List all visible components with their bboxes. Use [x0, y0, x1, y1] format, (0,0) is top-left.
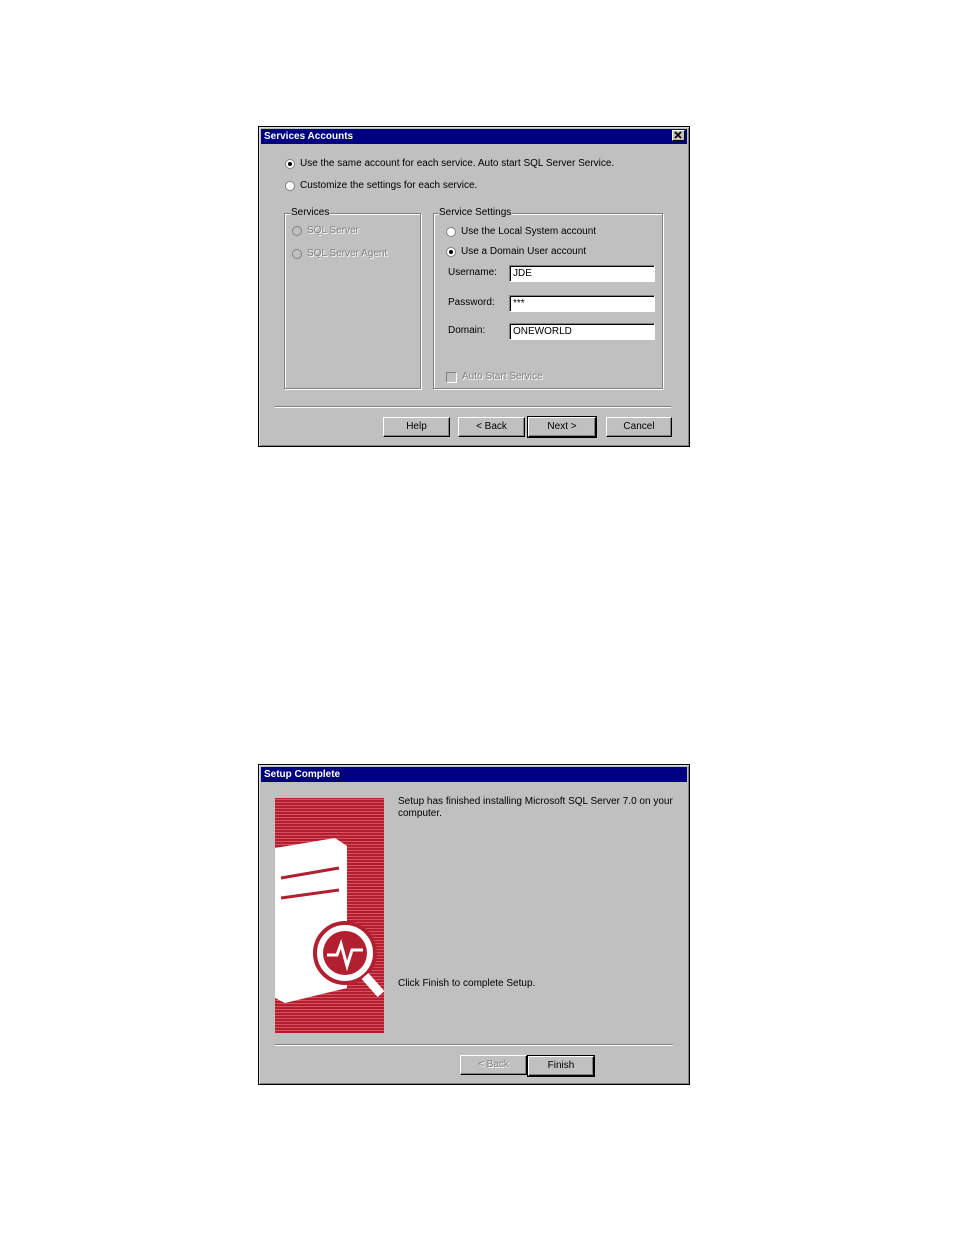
auto-start-label[interactable]: Auto Start Service [462, 371, 543, 382]
radio-same-account-label[interactable]: Use the same account for each service. A… [300, 158, 614, 169]
back-button[interactable]: < Back [458, 417, 525, 437]
setup-complete-dialog: Setup Complete Setup has finished instal… [258, 764, 690, 1085]
cancel-button[interactable]: Cancel [606, 417, 672, 437]
domain-field[interactable]: ONEWORLD [509, 323, 655, 340]
domain-label: Domain: [448, 325, 486, 336]
button-separator [275, 1044, 673, 1046]
setup-banner-image [275, 798, 384, 1033]
services-group [284, 213, 421, 389]
service-settings-legend: Service Settings [438, 207, 513, 218]
finish-button[interactable]: Finish [527, 1055, 595, 1077]
title-bar: Services Accounts [261, 129, 687, 144]
back-button[interactable]: < Back [460, 1055, 527, 1075]
radio-domain-user[interactable] [446, 247, 456, 257]
radio-sql-server-agent-label[interactable]: SQL Server Agent [307, 248, 387, 259]
button-separator [275, 406, 671, 408]
radio-sql-server-label[interactable]: SQL Server [307, 225, 359, 236]
services-accounts-dialog: Services Accounts Use the same account f… [258, 126, 690, 447]
server-magnifier-icon [275, 838, 384, 1003]
setup-message: Setup has finished installing Microsoft … [398, 796, 673, 819]
next-button[interactable]: Next > [527, 416, 597, 438]
password-label: Password: [448, 297, 495, 308]
password-field[interactable]: *** [509, 295, 655, 312]
title-bar: Setup Complete [261, 767, 687, 782]
radio-customize-label[interactable]: Customize the settings for each service. [300, 180, 477, 191]
radio-sql-server-agent[interactable] [292, 249, 302, 259]
dialog-title: Setup Complete [264, 769, 341, 780]
help-button[interactable]: Help [383, 417, 450, 437]
radio-customize[interactable] [285, 181, 295, 191]
radio-domain-user-label[interactable]: Use a Domain User account [461, 246, 586, 257]
radio-sql-server[interactable] [292, 226, 302, 236]
radio-same-account[interactable] [285, 159, 295, 169]
radio-local-system-label[interactable]: Use the Local System account [461, 226, 596, 237]
services-group-legend: Services [290, 207, 331, 218]
dialog-title: Services Accounts [264, 131, 354, 142]
username-label: Username: [448, 267, 497, 278]
radio-local-system[interactable] [446, 227, 456, 237]
close-button[interactable] [672, 130, 685, 141]
finish-prompt: Click Finish to complete Setup. [398, 978, 536, 989]
close-icon [674, 131, 682, 139]
auto-start-checkbox[interactable] [446, 372, 457, 383]
username-field[interactable]: JDE [509, 265, 655, 282]
